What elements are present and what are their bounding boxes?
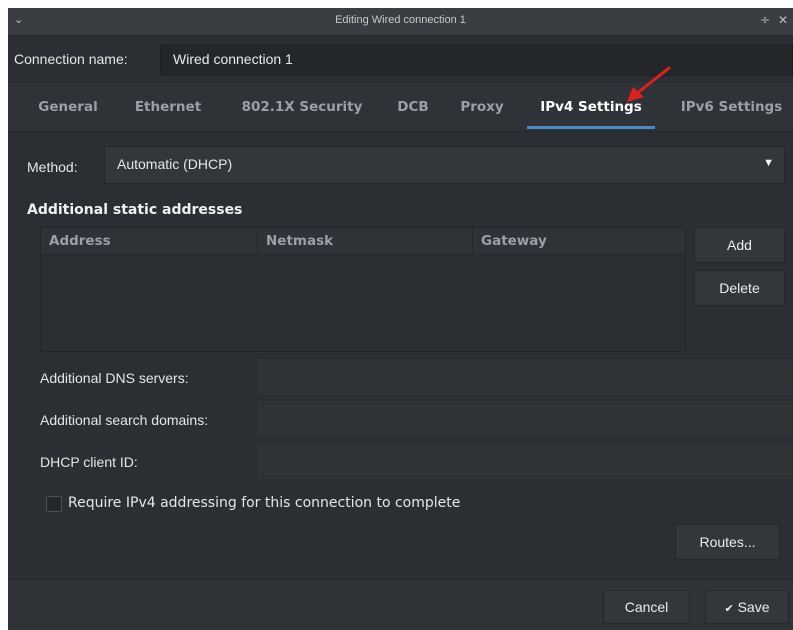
table-header: Address Netmask Gateway bbox=[41, 228, 685, 255]
require-ipv4-label: Require IPv4 addressing for this connect… bbox=[68, 495, 461, 511]
save-label: Save bbox=[737, 599, 770, 615]
routes-button[interactable]: Routes... bbox=[675, 524, 780, 560]
dialog-footer: Cancel ✔ Save bbox=[8, 579, 793, 630]
connection-name-row: Connection name: Wired connection 1 bbox=[8, 36, 793, 82]
add-address-button[interactable]: Add bbox=[694, 227, 785, 263]
column-header-address[interactable]: Address bbox=[41, 228, 257, 254]
tab-ipv6-settings[interactable]: IPv6 Settings bbox=[670, 83, 793, 131]
delete-address-button[interactable]: Delete bbox=[694, 270, 785, 306]
cancel-button[interactable]: Cancel bbox=[603, 590, 690, 624]
method-label: Method: bbox=[27, 159, 78, 175]
search-domains-input[interactable] bbox=[256, 400, 793, 438]
connection-name-input[interactable]: Wired connection 1 bbox=[160, 44, 793, 76]
title-bar: ⌄ Editing Wired connection 1 ÷ ✕ bbox=[8, 8, 793, 36]
tab-general[interactable]: General bbox=[26, 83, 110, 131]
tab-dcb[interactable]: DCB bbox=[388, 83, 438, 131]
ipv4-settings-panel bbox=[8, 132, 793, 579]
method-select[interactable]: Automatic (DHCP) ▼ bbox=[104, 146, 785, 184]
save-button[interactable]: ✔ Save bbox=[705, 590, 789, 624]
window-title: Editing Wired connection 1 bbox=[335, 14, 466, 26]
dhcp-client-id-input[interactable] bbox=[256, 442, 793, 480]
close-icon[interactable]: ✕ bbox=[778, 13, 788, 27]
tab-ethernet[interactable]: Ethernet bbox=[126, 83, 210, 131]
tab-bar: General Ethernet 802.1X Security DCB Pro… bbox=[8, 83, 793, 132]
tab-802-1x-security[interactable]: 802.1X Security bbox=[232, 83, 372, 131]
static-addresses-table[interactable]: Address Netmask Gateway bbox=[40, 227, 686, 352]
dns-servers-input[interactable] bbox=[256, 358, 793, 396]
annotation-arrow-icon bbox=[627, 66, 671, 102]
connection-name-label: Connection name: bbox=[14, 51, 128, 67]
column-header-netmask[interactable]: Netmask bbox=[257, 228, 472, 254]
connection-editor-window: ⌄ Editing Wired connection 1 ÷ ✕ Connect… bbox=[8, 8, 793, 630]
column-header-gateway[interactable]: Gateway bbox=[472, 228, 685, 254]
dns-servers-label: Additional DNS servers: bbox=[40, 370, 189, 386]
require-ipv4-checkbox[interactable] bbox=[46, 496, 62, 512]
tab-proxy[interactable]: Proxy bbox=[454, 83, 510, 131]
checkmark-icon: ✔ bbox=[724, 603, 734, 615]
dhcp-client-id-label: DHCP client ID: bbox=[40, 454, 138, 470]
restore-icon[interactable]: ÷ bbox=[760, 13, 770, 27]
static-addresses-heading: Additional static addresses bbox=[27, 202, 243, 218]
method-value: Automatic (DHCP) bbox=[117, 156, 233, 172]
chevron-down-icon: ▼ bbox=[763, 157, 774, 169]
search-domains-label: Additional search domains: bbox=[40, 412, 209, 428]
